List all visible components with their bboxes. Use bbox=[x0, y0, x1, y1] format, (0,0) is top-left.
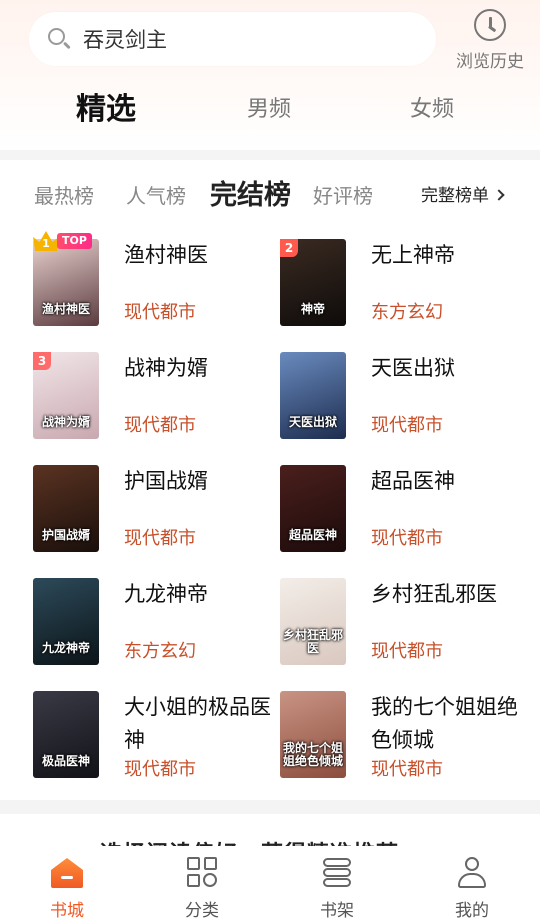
book-item[interactable]: 九龙神帝 九龙神帝 东方玄幻 bbox=[33, 578, 283, 668]
cover-title: 我的七个姐姐绝色倾城 bbox=[283, 741, 344, 768]
book-genre: 东方玄幻 bbox=[371, 302, 443, 323]
cover-title: 超品医神 bbox=[288, 528, 337, 542]
book-genre: 东方玄幻 bbox=[124, 641, 196, 662]
book-title[interactable]: 天医出狱 bbox=[371, 352, 521, 385]
section-divider-bottom bbox=[0, 800, 540, 814]
book-genre: 现代都市 bbox=[371, 528, 443, 549]
book-item[interactable]: 神帝 2 无上神帝东方玄幻 bbox=[280, 239, 530, 329]
nav-label: 分类 bbox=[185, 901, 219, 921]
rank-badge: 2 bbox=[280, 239, 298, 257]
browse-history-button[interactable]: 浏览历史 bbox=[452, 8, 528, 72]
browse-history-label: 浏览历史 bbox=[456, 52, 524, 72]
search-query: 吞灵剑主 bbox=[83, 28, 167, 52]
book-title[interactable]: 大小姐的极品医神 bbox=[124, 691, 274, 757]
book-cover[interactable]: 极品医神 bbox=[33, 691, 99, 778]
book-item[interactable]: 乡村狂乱邪医 乡村狂乱邪医 现代都市 bbox=[280, 578, 530, 668]
book-genre: 现代都市 bbox=[124, 759, 196, 780]
tab-male[interactable]: 男频 bbox=[247, 82, 291, 138]
chevron-right-icon bbox=[493, 189, 505, 201]
nav-bookstore[interactable]: 书城 bbox=[22, 846, 112, 924]
search-icon bbox=[47, 27, 71, 51]
book-title[interactable]: 超品医神 bbox=[371, 465, 521, 498]
home-icon bbox=[51, 856, 83, 888]
book-item[interactable]: 护国战婿 护国战婿 现代都市 bbox=[33, 465, 283, 555]
cover-title: 极品医神 bbox=[41, 754, 90, 768]
book-item[interactable]: 超品医神 超品医神 现代都市 bbox=[280, 465, 530, 555]
cover-title: 护国战婿 bbox=[41, 528, 90, 542]
clock-icon bbox=[474, 9, 506, 41]
book-cover[interactable]: 乡村狂乱邪医 bbox=[280, 578, 346, 665]
tab-top-rated[interactable]: 好评榜 bbox=[313, 172, 373, 220]
category-icon bbox=[186, 856, 218, 888]
book-item[interactable]: 战神为婿 3 战神为婿 现代都市 bbox=[33, 352, 283, 442]
book-item[interactable]: 天医出狱 天医出狱 现代都市 bbox=[280, 352, 530, 442]
book-cover[interactable]: 九龙神帝 bbox=[33, 578, 99, 665]
book-title[interactable]: 我的七个姐姐绝色倾城 bbox=[371, 691, 521, 757]
cover-title: 渔村神医 bbox=[41, 302, 90, 316]
tab-female[interactable]: 女频 bbox=[410, 82, 454, 138]
tab-completed[interactable]: 完结榜 bbox=[210, 172, 291, 220]
book-title[interactable]: 护国战婿 bbox=[124, 465, 274, 498]
full-list-link[interactable]: 完整榜单 bbox=[421, 172, 505, 220]
rank-number: 1 bbox=[33, 231, 59, 251]
crown-rank-icon: 1 TOP bbox=[31, 229, 101, 253]
cover-title: 天医出狱 bbox=[288, 415, 337, 429]
book-cover[interactable]: 我的七个姐姐绝色倾城 bbox=[280, 691, 346, 778]
bottom-navigation: 书城 分类 书架 我的 bbox=[0, 846, 540, 924]
nav-category[interactable]: 分类 bbox=[157, 846, 247, 924]
cover-title: 神帝 bbox=[300, 302, 325, 316]
tab-hottest[interactable]: 最热榜 bbox=[34, 172, 94, 220]
section-divider bbox=[0, 150, 540, 160]
book-cover[interactable]: 超品医神 bbox=[280, 465, 346, 552]
book-item[interactable]: 渔村神医 1 TOP 渔村神医 现代都市 bbox=[33, 231, 283, 329]
book-genre: 现代都市 bbox=[124, 528, 196, 549]
bookshelf-icon bbox=[321, 856, 353, 888]
full-list-label: 完整榜单 bbox=[421, 186, 489, 206]
rank-badge: 3 bbox=[33, 352, 51, 370]
nav-bookshelf[interactable]: 书架 bbox=[292, 846, 382, 924]
ranking-tabs: 最热榜 人气榜 完结榜 好评榜 完整榜单 bbox=[0, 172, 540, 220]
nav-label: 书城 bbox=[50, 901, 84, 921]
book-title[interactable]: 渔村神医 bbox=[124, 239, 274, 272]
book-item[interactable]: 极品医神 大小姐的极品医神 现代都市 bbox=[33, 691, 283, 781]
profile-icon bbox=[456, 856, 488, 888]
book-cover[interactable]: 天医出狱 bbox=[280, 352, 346, 439]
book-genre: 现代都市 bbox=[124, 415, 196, 436]
book-cover[interactable]: 护国战婿 bbox=[33, 465, 99, 552]
nav-label: 书架 bbox=[320, 901, 354, 921]
book-title[interactable]: 无上神帝 bbox=[371, 239, 521, 272]
cover-title: 九龙神帝 bbox=[41, 641, 90, 655]
nav-label: 我的 bbox=[455, 901, 489, 921]
nav-profile[interactable]: 我的 bbox=[427, 846, 517, 924]
book-genre: 现代都市 bbox=[371, 641, 443, 662]
book-title[interactable]: 战神为婿 bbox=[124, 352, 274, 385]
tab-popular[interactable]: 人气榜 bbox=[126, 172, 186, 220]
channel-tabs: 精选 男频 女频 bbox=[0, 82, 540, 138]
cover-title: 乡村狂乱邪医 bbox=[283, 628, 344, 655]
book-item[interactable]: 我的七个姐姐绝色倾城 我的七个姐姐绝色倾城 现代都市 bbox=[280, 691, 530, 781]
book-genre: 现代都市 bbox=[371, 415, 443, 436]
tab-featured[interactable]: 精选 bbox=[76, 82, 136, 138]
cover-title: 战神为婿 bbox=[41, 415, 90, 429]
search-bar[interactable]: 吞灵剑主 bbox=[29, 12, 436, 66]
book-genre: 现代都市 bbox=[124, 302, 196, 323]
book-genre: 现代都市 bbox=[371, 759, 443, 780]
book-title[interactable]: 乡村狂乱邪医 bbox=[371, 578, 521, 611]
top-badge: TOP bbox=[57, 233, 92, 249]
book-title[interactable]: 九龙神帝 bbox=[124, 578, 274, 611]
